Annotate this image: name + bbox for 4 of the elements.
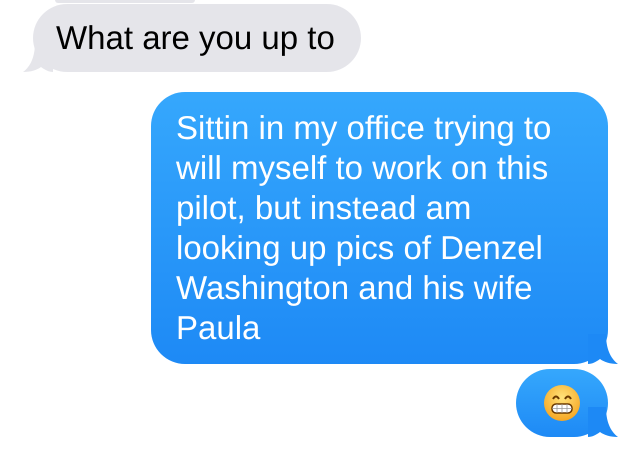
- message-text: What are you up to: [56, 19, 335, 56]
- bubble-tail: [588, 407, 618, 437]
- message-text: Sittin in my office trying to will myself to work on this pilot, but instead am looking up pics of Denzel Washington and his wife Paula: [176, 109, 552, 346]
- grinning-face-icon: [543, 384, 581, 422]
